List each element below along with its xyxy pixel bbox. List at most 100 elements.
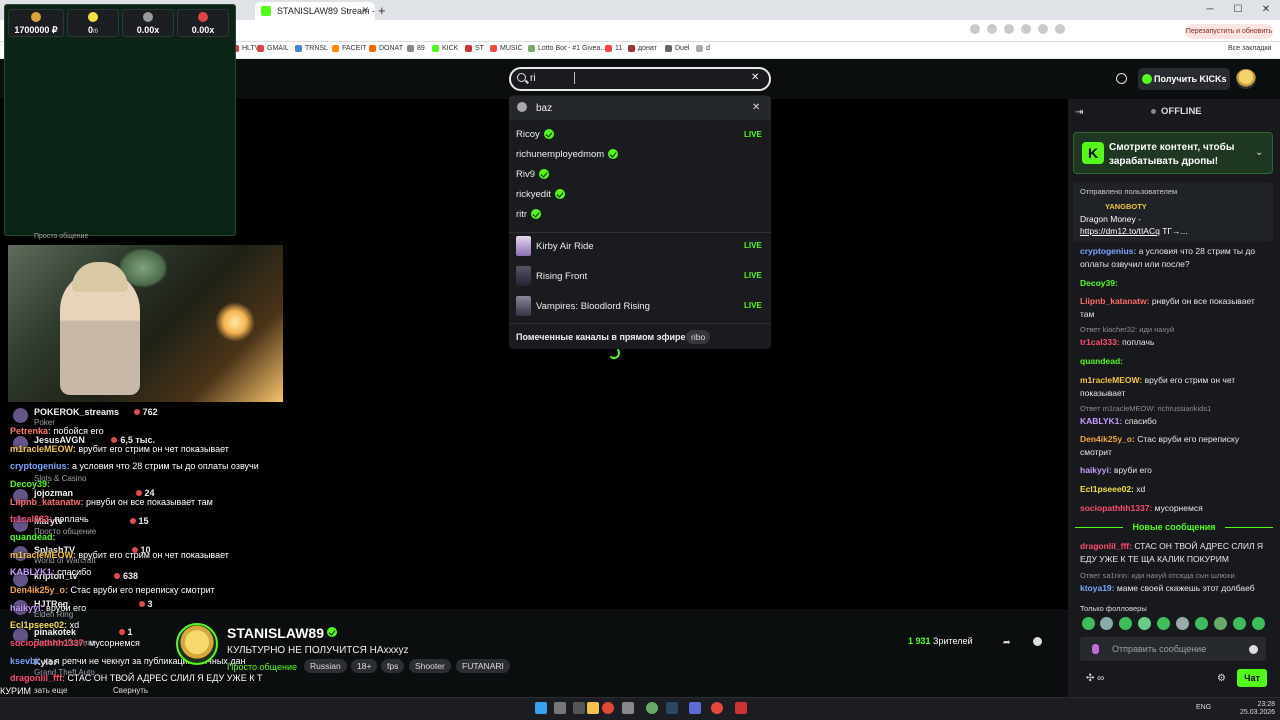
collapse-link[interactable]: Свернуть (113, 686, 148, 695)
profile-icon[interactable] (1055, 24, 1065, 34)
overlay-chat-line: KABLYK1: спасибо (10, 567, 92, 577)
stream-tag[interactable]: fps (381, 659, 405, 673)
emote-icon[interactable] (1233, 617, 1246, 630)
stream-tag[interactable]: Shooter (409, 659, 451, 673)
minimize-icon[interactable]: ─ (1196, 0, 1224, 20)
emote-icon[interactable] (1138, 617, 1151, 630)
puzzle-icon[interactable] (1021, 24, 1031, 34)
multiplier-stat: 0.00x (177, 9, 229, 37)
chrome-icon[interactable] (602, 702, 614, 714)
channel-suggestion[interactable]: richunemployedmom (516, 149, 619, 160)
star-icon[interactable] (987, 24, 997, 34)
bookmark-item[interactable]: GMAIL (257, 45, 289, 52)
notifications-icon[interactable] (1116, 73, 1127, 84)
stream-tag[interactable]: FUTANARI (456, 659, 510, 673)
pinned-username[interactable]: YANGBOTY (1105, 202, 1147, 211)
new-tab-button[interactable]: + (378, 3, 386, 18)
bookmark-item[interactable]: MUSIC (490, 45, 523, 52)
follow-user-icon[interactable] (1033, 637, 1042, 646)
new-messages-divider[interactable]: Новые сообщения (1075, 520, 1273, 534)
language-indicator[interactable]: ENG (1196, 704, 1211, 711)
user-avatar[interactable] (1236, 69, 1256, 89)
all-bookmarks-button[interactable]: Все закладки (1228, 45, 1271, 52)
app-icon[interactable] (689, 702, 701, 714)
search-input-value[interactable]: ri (530, 73, 536, 84)
overlay-chat-line: Petrenka: побойся его (10, 426, 104, 436)
bookmark-item[interactable]: TRNSL (295, 45, 328, 52)
category-suggestion[interactable]: Vampires: Bloodlord Rising (536, 301, 650, 312)
bookmark-item[interactable]: FACEIT (332, 45, 367, 52)
app-icon[interactable] (622, 702, 634, 714)
streamer-name[interactable]: STANISLAW89 (227, 625, 324, 641)
pinned-link[interactable]: https://dm12.to/tIACq (1080, 226, 1160, 236)
app-icon[interactable] (646, 702, 658, 714)
chevron-down-icon[interactable]: ⌄ (1255, 147, 1263, 158)
emote-icon[interactable] (1252, 617, 1265, 630)
emote-icon[interactable] (1119, 617, 1132, 630)
microphone-icon[interactable] (1092, 644, 1099, 654)
verified-icon (543, 129, 554, 140)
channel-suggestion[interactable]: rickyedit (516, 189, 565, 200)
bookmark-item[interactable]: d (696, 45, 710, 52)
channel-suggestion[interactable]: Ricoy (516, 129, 554, 140)
bookmark-item[interactable]: 89 (407, 45, 425, 52)
close-tab-icon[interactable]: ✕ (361, 5, 369, 16)
chrome-icon[interactable] (711, 702, 723, 714)
stream-category-link[interactable]: Просто общение (227, 662, 297, 672)
steam-icon[interactable] (666, 702, 678, 714)
emote-icon[interactable] (1176, 617, 1189, 630)
featured-tag[interactable]: ribo (686, 330, 711, 344)
bookmark-item[interactable]: HLTV (232, 45, 259, 52)
channel-suggestion[interactable]: ritr (516, 209, 542, 220)
collapse-chat-icon[interactable]: ⇥ (1075, 107, 1083, 118)
bookmark-item[interactable]: Lotto Bot - #1 Givea... (528, 45, 606, 52)
clear-search-icon[interactable]: ✕ (751, 72, 759, 83)
browser-tab-active[interactable]: STANISLAW89 Stream - Watch✕ (255, 2, 375, 20)
app-icon[interactable] (735, 702, 747, 714)
emote-icon[interactable] (1214, 617, 1227, 630)
streamer-avatar[interactable] (176, 623, 218, 665)
translate-icon[interactable] (970, 24, 980, 34)
bookmark-item[interactable]: 11 (605, 45, 622, 52)
search-input[interactable] (509, 67, 771, 91)
gear-icon[interactable]: ⚙ (1217, 673, 1226, 684)
category-suggestion[interactable]: Kirby Air Ride (536, 241, 594, 252)
emote-icon[interactable] (1082, 617, 1095, 630)
search-taskbar-icon[interactable] (554, 702, 566, 714)
send-chat-button[interactable]: Чат (1237, 669, 1267, 687)
close-window-icon[interactable]: ✕ (1252, 0, 1280, 20)
taskbar-clock[interactable]: 23:28 25.03.2026 (1240, 701, 1275, 717)
recent-search-text[interactable]: baz (536, 103, 552, 114)
restart-update-button[interactable]: Перезапустить и обновить (1185, 24, 1273, 39)
remove-recent-icon[interactable]: ✕ (752, 102, 760, 113)
bookmark-item[interactable]: KICK (432, 45, 458, 52)
extension-icon[interactable] (1004, 24, 1014, 34)
stream-tag[interactable]: Russian (304, 659, 347, 673)
start-menu-icon[interactable] (535, 702, 547, 714)
bookmark-item[interactable]: Duel (665, 45, 689, 52)
bookmark-item[interactable]: DONAT (369, 45, 403, 52)
overlay-chat-line: haikyyi: вруби его (10, 603, 87, 613)
task-view-icon[interactable] (573, 702, 585, 714)
maximize-icon[interactable]: ☐ (1224, 0, 1252, 20)
emote-icon[interactable] (1100, 617, 1113, 630)
emote-icon[interactable] (1195, 617, 1208, 630)
show-more-link[interactable]: зать еще (34, 686, 67, 695)
download-icon[interactable] (1038, 24, 1048, 34)
explorer-icon[interactable] (587, 702, 599, 714)
stream-status: OFFLINE (1151, 106, 1202, 117)
live-badge: LIVE (744, 301, 762, 310)
share-icon[interactable]: ➦ (1003, 637, 1011, 648)
recommended-channel[interactable]: POKEROK_streams 762 Poker (34, 407, 158, 427)
bookmark-item[interactable]: донат (628, 45, 657, 52)
bookmark-item[interactable]: ST (465, 45, 484, 52)
emote-icon[interactable] (1157, 617, 1170, 630)
chat-tools-icon[interactable]: ✣ ∞ (1086, 673, 1104, 684)
category-suggestion[interactable]: Rising Front (536, 271, 587, 282)
channel-suggestion[interactable]: Riv9 (516, 169, 550, 180)
channel-avatar[interactable] (13, 408, 28, 423)
get-kicks-button[interactable]: Получить KICKs (1138, 68, 1230, 90)
stream-tag[interactable]: 18+ (351, 659, 378, 673)
overlay-chat-line: Decoy39: (10, 479, 51, 489)
emoji-icon[interactable] (1249, 645, 1258, 654)
